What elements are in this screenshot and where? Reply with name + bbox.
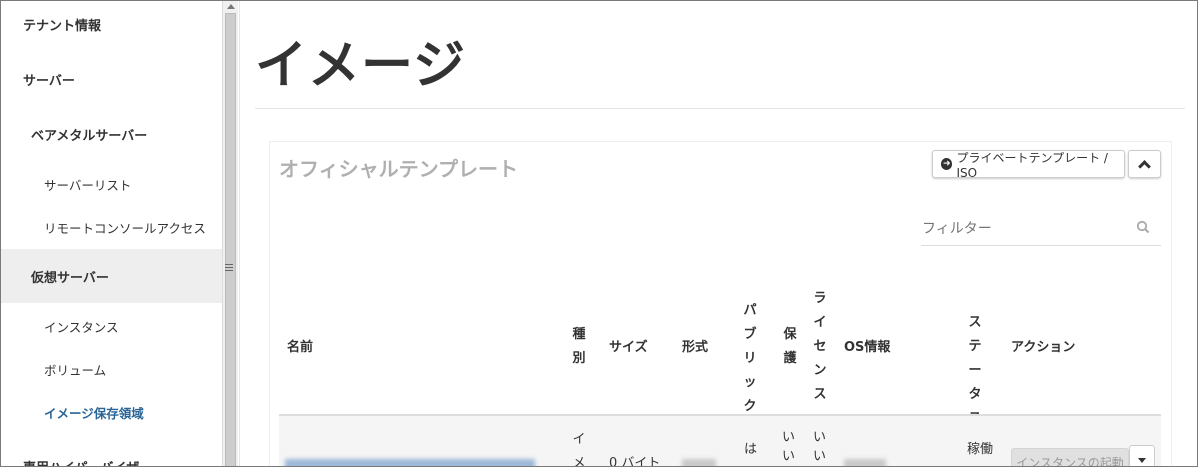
cell-status: 稼働	[967, 442, 994, 457]
content-divider	[239, 1, 240, 466]
column-header-os-info[interactable]: OS情報	[844, 336, 890, 360]
sidebar-nav: テナント情報 サーバー ベアメタルサーバー サーバーリスト リモートコンソールア…	[1, 1, 222, 467]
panel-title: オフィシャルテンプレート	[279, 157, 518, 181]
caret-down-icon	[1138, 457, 1146, 463]
column-header-public[interactable]: パブリック	[742, 299, 758, 419]
title-divider	[255, 108, 1185, 109]
sidebar-item-remote-console[interactable]: リモートコンソールアクセス	[1, 212, 222, 242]
action-dropdown-button[interactable]	[1129, 445, 1155, 466]
search-icon[interactable]	[1136, 220, 1150, 234]
filter-input[interactable]	[921, 213, 1161, 246]
column-header-action: アクション	[1011, 340, 1076, 355]
collapse-panel-button[interactable]	[1128, 150, 1161, 178]
cell-type: イメ	[572, 432, 586, 467]
column-header-protected[interactable]: 保護	[782, 323, 798, 371]
chevron-up-icon	[1138, 160, 1151, 173]
sidebar-item-dedicated-hypervisor[interactable]: 専用ハイパーバイザー	[1, 451, 222, 467]
cell-public: は	[744, 442, 758, 457]
column-header-status[interactable]: ステータス	[967, 311, 983, 431]
app-window: テナント情報 サーバー ベアメタルサーバー サーバーリスト リモートコンソールア…	[0, 0, 1198, 467]
page-title: イメージ	[255, 36, 466, 96]
cell-size: 0 バイト	[609, 456, 661, 467]
column-header-name[interactable]: 名前	[287, 336, 313, 360]
sidebar-item-volume[interactable]: ボリューム	[1, 354, 222, 384]
scrollbar-thumb[interactable]	[225, 13, 236, 466]
cell-protected-line2: い	[782, 449, 796, 464]
image-name-link[interactable]	[285, 459, 535, 466]
sidebar-item-virtual-server[interactable]: 仮想サーバー	[1, 249, 222, 303]
sidebar-item-server-list[interactable]: サーバーリスト	[1, 169, 222, 199]
column-header-size[interactable]: サイズ	[609, 336, 648, 360]
sidebar-item-server[interactable]: サーバー	[1, 64, 222, 94]
sidebar-item-tenant-info[interactable]: テナント情報	[1, 9, 222, 39]
private-template-button[interactable]: ➜ プライベートテンプレート / ISO	[932, 150, 1125, 180]
splitter-grip-icon[interactable]	[225, 263, 235, 271]
column-header-type[interactable]: 種別	[571, 323, 587, 371]
scroll-up-arrow-icon[interactable]	[227, 4, 235, 9]
launch-instance-button[interactable]: インスタンスの起動	[1011, 448, 1129, 466]
sidebar-scrollbar[interactable]	[222, 1, 238, 466]
column-header-license[interactable]: ライセンス	[812, 287, 828, 407]
arrow-right-circle-icon: ➜	[941, 158, 953, 170]
cell-license-line2: い	[813, 449, 827, 464]
column-header-format[interactable]: 形式	[682, 336, 708, 360]
sidebar-item-instance[interactable]: インスタンス	[1, 311, 222, 341]
cell-os-info	[844, 459, 886, 466]
sidebar-item-image-storage[interactable]: イメージ保存領域	[1, 397, 222, 427]
cell-format	[682, 459, 716, 466]
sidebar-item-baremetal-server[interactable]: ベアメタルサーバー	[1, 119, 222, 149]
private-template-button-label: プライベートテンプレート / ISO	[956, 150, 1108, 180]
